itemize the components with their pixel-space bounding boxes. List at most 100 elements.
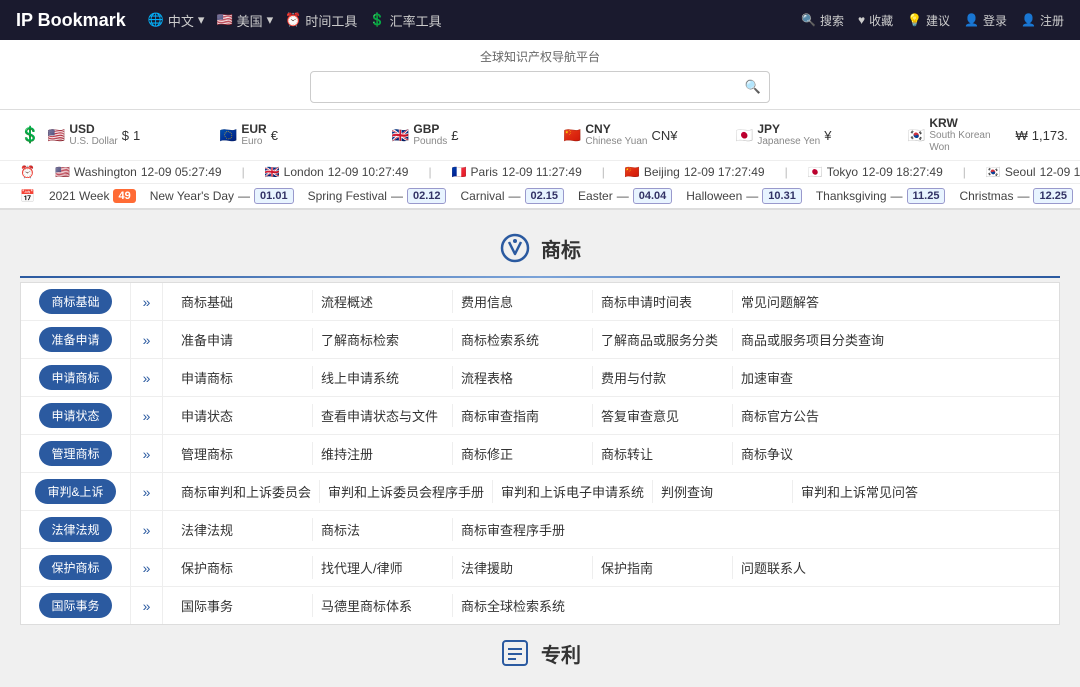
menu-link-8-1[interactable]: 马德里商标体系: [313, 594, 453, 617]
trademark-section-header: 商标: [20, 220, 1060, 272]
menu-arrow-1: »: [131, 321, 163, 358]
menu-row: 准备申请»准备申请了解商标检索商标检索系统了解商品或服务分类商品或服务项目分类查…: [21, 321, 1059, 359]
menu-link-2-0[interactable]: 申请商标: [173, 366, 313, 389]
menu-link-4-2[interactable]: 商标修正: [453, 442, 593, 465]
cat-button-5[interactable]: 审判&上诉: [35, 479, 115, 504]
menu-link-3-3[interactable]: 答复审查意见: [593, 404, 733, 427]
login-btn[interactable]: 👤 登录: [964, 12, 1007, 29]
menu-link-5-3[interactable]: 判例查询: [653, 480, 793, 503]
menu-link-7-0[interactable]: 保护商标: [173, 556, 313, 579]
menu-link-5-4[interactable]: 审判和上诉常见问答: [793, 480, 933, 503]
menu-arrow-7: »: [131, 549, 163, 586]
menu-link-3-1[interactable]: 查看申请状态与文件: [313, 404, 453, 427]
menu-link-0-0[interactable]: 商标基础: [173, 290, 313, 313]
patent-section-icon: [499, 637, 531, 669]
menu-link-4-3[interactable]: 商标转让: [593, 442, 733, 465]
cat-button-7[interactable]: 保护商标: [39, 555, 111, 580]
menu-category-2: 申请商标: [21, 359, 131, 396]
menu-category-0: 商标基础: [21, 283, 131, 320]
menu-link-5-1[interactable]: 审判和上诉委员会程序手册: [320, 480, 493, 503]
menu-link-6-2[interactable]: 商标审查程序手册: [453, 518, 593, 541]
menu-row: 保护商标»保护商标找代理人/律师法律援助保护指南问题联系人: [21, 549, 1059, 587]
menu-link-4-1[interactable]: 维持注册: [313, 442, 453, 465]
easter-badge: 04.04: [633, 188, 673, 204]
menu-link-5-2[interactable]: 审判和上诉电子申请系统: [493, 480, 653, 503]
clock-tokyo: 🇯🇵 Tokyo 12-09 18:27:49: [808, 165, 943, 179]
menu-link-4-0[interactable]: 管理商标: [173, 442, 313, 465]
menu-link-7-2[interactable]: 法律援助: [453, 556, 593, 579]
menu-link-1-1[interactable]: 了解商标检索: [313, 328, 453, 351]
menu-link-0-4[interactable]: 常见问题解答: [733, 290, 873, 313]
menu-link-1-0[interactable]: 准备申请: [173, 328, 313, 351]
time-tool-link[interactable]: ⏰ 时间工具: [285, 11, 357, 30]
menu-link-8-0[interactable]: 国际事务: [173, 594, 313, 617]
cat-button-2[interactable]: 申请商标: [39, 365, 111, 390]
menu-link-3-0[interactable]: 申请状态: [173, 404, 313, 427]
menu-link-0-1[interactable]: 流程概述: [313, 290, 453, 313]
menu-arrow-4: »: [131, 435, 163, 472]
cat-button-8[interactable]: 国际事务: [39, 593, 111, 618]
alarm-icon: ⏰: [20, 165, 35, 179]
menu-link-0-3[interactable]: 商标申请时间表: [593, 290, 733, 313]
register-btn[interactable]: 👤 注册: [1021, 12, 1064, 29]
menu-arrow-8: »: [131, 587, 163, 624]
clock-row: ⏰ 🇺🇸 Washington 12-09 05:27:49 | 🇬🇧 Lond…: [0, 161, 1080, 184]
clock-paris: 🇫🇷 Paris 12-09 11:27:49: [452, 165, 582, 179]
currency-gbp: 🇬🇧 GBP Pounds £: [392, 122, 552, 148]
search-submit-icon[interactable]: 🔍: [745, 79, 761, 95]
menu-row: 审判&上诉»商标审判和上诉委员会审判和上诉委员会程序手册审判和上诉电子申请系统判…: [21, 473, 1059, 511]
us-flag: 🇺🇸: [55, 165, 70, 179]
menu-link-6-0[interactable]: 法律法规: [173, 518, 313, 541]
cat-button-0[interactable]: 商标基础: [39, 289, 111, 314]
holiday-newyear: New Year's Day — 01.01: [150, 188, 294, 204]
holiday-easter: Easter — 04.04: [578, 188, 672, 204]
exchange-tool-link[interactable]: 💲 汇率工具: [369, 11, 441, 30]
user-icon: 👤: [964, 13, 979, 27]
jpy-flag: 🇯🇵: [736, 127, 753, 144]
holiday-thanksgiving: Thanksgiving — 11.25: [816, 188, 946, 204]
trademark-title: 商标: [541, 234, 581, 263]
menu-link-7-1[interactable]: 找代理人/律师: [313, 556, 453, 579]
menu-link-7-3[interactable]: 保护指南: [593, 556, 733, 579]
holiday-halloween: Halloween — 10.31: [686, 188, 802, 204]
chevron-down-icon: ▾: [198, 12, 205, 28]
menu-items-3: 申请状态查看申请状态与文件商标审查指南答复审查意见商标官方公告: [163, 397, 1059, 434]
search-section: 全球知识产权导航平台 🔍: [0, 40, 1080, 110]
menu-link-3-4[interactable]: 商标官方公告: [733, 404, 873, 427]
menu-link-2-3[interactable]: 费用与付款: [593, 366, 733, 389]
menu-link-1-4[interactable]: 商品或服务项目分类查询: [733, 328, 892, 351]
search-input[interactable]: [319, 80, 745, 95]
lang-selector[interactable]: 🌐 中文 ▾: [148, 11, 205, 30]
menu-row: 申请状态»申请状态查看申请状态与文件商标审查指南答复审查意见商标官方公告: [21, 397, 1059, 435]
menu-items-5: 商标审判和上诉委员会审判和上诉委员会程序手册审判和上诉电子申请系统判例查询审判和…: [163, 473, 1059, 510]
menu-link-6-1[interactable]: 商标法: [313, 518, 453, 541]
menu-link-2-1[interactable]: 线上申请系统: [313, 366, 453, 389]
flag-icon: 🇺🇸: [216, 12, 232, 28]
currency-eur: 🇪🇺 EUR Euro €: [220, 122, 380, 148]
menu-link-0-2[interactable]: 费用信息: [453, 290, 593, 313]
gb-flag: 🇬🇧: [265, 165, 280, 179]
menu-link-1-3[interactable]: 了解商品或服务分类: [593, 328, 733, 351]
menu-link-1-2[interactable]: 商标检索系统: [453, 328, 593, 351]
search-nav-btn[interactable]: 🔍 搜索: [801, 12, 844, 29]
fr-flag: 🇫🇷: [452, 165, 467, 179]
menu-link-4-4[interactable]: 商标争议: [733, 442, 873, 465]
cat-button-1[interactable]: 准备申请: [39, 327, 111, 352]
menu-link-2-4[interactable]: 加速审查: [733, 366, 873, 389]
cat-button-4[interactable]: 管理商标: [39, 441, 111, 466]
collect-btn[interactable]: ♥ 收藏: [858, 12, 893, 29]
patent-title: 专利: [541, 639, 581, 668]
menu-link-8-2[interactable]: 商标全球检索系统: [453, 594, 593, 617]
region-selector[interactable]: 🇺🇸 美国 ▾: [216, 11, 273, 30]
menu-link-7-4[interactable]: 问题联系人: [733, 556, 873, 579]
search-box: 🔍: [310, 71, 770, 103]
patent-section-header: 专利: [20, 625, 1060, 677]
menu-link-3-2[interactable]: 商标审查指南: [453, 404, 593, 427]
cat-button-6[interactable]: 法律法规: [39, 517, 111, 542]
cat-button-3[interactable]: 申请状态: [39, 403, 111, 428]
user-plus-icon: 👤: [1021, 13, 1036, 27]
menu-row: 法律法规»法律法规商标法商标审查程序手册: [21, 511, 1059, 549]
suggest-btn[interactable]: 💡 建议: [907, 12, 950, 29]
menu-link-2-2[interactable]: 流程表格: [453, 366, 593, 389]
menu-link-5-0[interactable]: 商标审判和上诉委员会: [173, 480, 320, 503]
